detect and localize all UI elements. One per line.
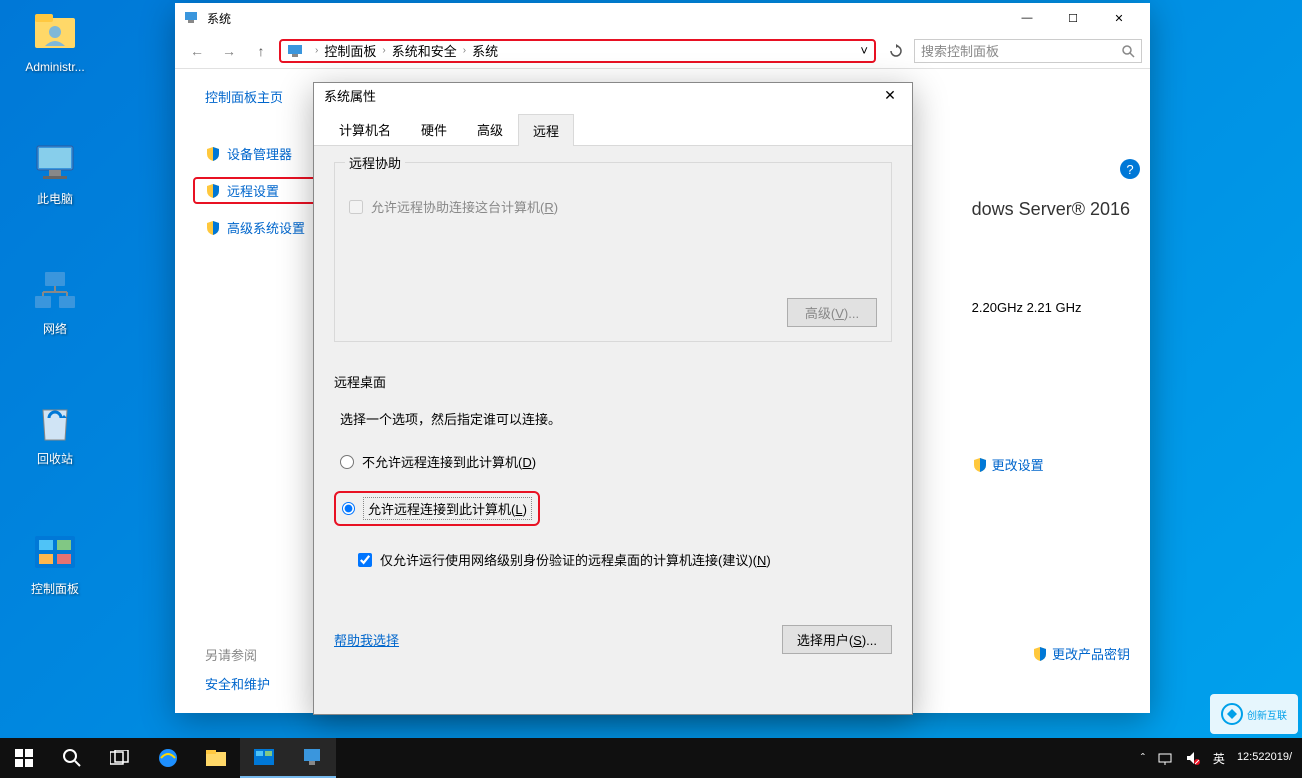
remote-assistance-group: 远程协助 允许远程协助连接这台计算机(R) 高级(V)... — [334, 162, 892, 342]
help-button[interactable]: ? — [1120, 159, 1140, 179]
minimize-button[interactable]: — — [1004, 3, 1050, 33]
taskbar-system[interactable] — [288, 738, 336, 778]
tray-clock[interactable]: 12:52 2019/ — [1231, 738, 1298, 778]
chevron-right-icon: › — [463, 45, 466, 56]
network-icon — [31, 268, 79, 316]
system-tray: ˆ 英 12:52 2019/ — [1135, 738, 1302, 778]
shield-icon — [1032, 646, 1048, 662]
sidebar-item-remote-settings[interactable]: 远程设置 — [193, 177, 319, 204]
desktop-icon-user[interactable]: Administr... — [10, 8, 100, 74]
control-panel-icon — [31, 528, 79, 576]
allow-remote-assist-checkbox[interactable] — [349, 200, 363, 214]
change-settings-link[interactable]: 更改设置 — [972, 455, 1130, 474]
cpu-text: 2.20GHz 2.21 GHz — [972, 300, 1130, 315]
allow-remote-assist-label: 允许远程协助连接这台计算机(R) — [371, 197, 558, 216]
back-button[interactable]: ← — [183, 37, 211, 65]
taskbar-explorer[interactable] — [192, 738, 240, 778]
tab-computer-name[interactable]: 计算机名 — [324, 113, 406, 145]
taskbar-control-panel[interactable] — [240, 738, 288, 778]
select-users-button[interactable]: 选择用户(S)... — [782, 625, 892, 654]
watermark: 创新互联 — [1210, 694, 1298, 734]
sidebar-item-advanced-settings[interactable]: 高级系统设置 — [205, 218, 315, 237]
desktop-icon-network[interactable]: 网络 — [10, 268, 100, 337]
search-icon — [1121, 44, 1135, 58]
close-button[interactable]: ✕ — [1096, 3, 1142, 33]
sidebar: 控制面板主页 设备管理器 远程设置 高级系统设置 — [175, 69, 315, 713]
desktop-icon-pc[interactable]: 此电脑 — [10, 138, 100, 207]
instruction-text: 选择一个选项，然后指定谁可以连接。 — [340, 409, 892, 428]
task-view-button[interactable] — [96, 738, 144, 778]
see-also: 另请参阅 安全和维护 — [205, 645, 270, 693]
recycle-icon — [31, 398, 79, 446]
group-legend: 远程桌面 — [334, 372, 892, 391]
desktop-icon-recycle[interactable]: 回收站 — [10, 398, 100, 467]
tray-ime[interactable]: 英 — [1207, 738, 1231, 778]
dialog-titlebar[interactable]: 系统属性 ✕ — [314, 83, 912, 107]
folder-user-icon — [31, 8, 79, 56]
breadcrumb[interactable]: › 控制面板 › 系统和安全 › 系统 ˅ — [279, 39, 876, 63]
chevron-right-icon: › — [315, 45, 318, 56]
system-properties-dialog: 系统属性 ✕ 计算机名 硬件 高级 远程 远程协助 允许远程协助连接这台计算机(… — [313, 82, 913, 715]
radio-deny-remote[interactable] — [340, 455, 354, 469]
up-button[interactable]: ↑ — [247, 37, 275, 65]
breadcrumb-item[interactable]: 系统和安全 — [392, 41, 457, 60]
change-product-key-link[interactable]: 更改产品密钥 — [1032, 644, 1130, 663]
os-version-text: dows Server® 2016 — [972, 199, 1130, 220]
tray-network-icon[interactable] — [1151, 738, 1179, 778]
window-title: 系统 — [207, 10, 231, 27]
tab-advanced[interactable]: 高级 — [462, 113, 518, 145]
refresh-button[interactable] — [882, 37, 910, 65]
help-me-choose-link[interactable]: 帮助我选择 — [334, 630, 399, 649]
content-right: dows Server® 2016 2.20GHz 2.21 GHz 更改设置 … — [972, 199, 1130, 644]
breadcrumb-item[interactable]: 系统 — [472, 41, 498, 60]
sidebar-main-link[interactable]: 控制面板主页 — [205, 87, 315, 106]
nla-checkbox[interactable] — [358, 553, 372, 567]
system-icon — [183, 10, 199, 26]
pc-icon — [31, 138, 79, 186]
see-also-link[interactable]: 安全和维护 — [205, 674, 270, 693]
taskbar: ˆ 英 12:52 2019/ — [0, 738, 1302, 778]
pc-small-icon — [287, 43, 303, 59]
toolbar: ← → ↑ › 控制面板 › 系统和安全 › 系统 ˅ 搜索控制面板 — [175, 33, 1150, 69]
breadcrumb-item[interactable]: 控制面板 — [324, 41, 376, 60]
forward-button[interactable]: → — [215, 37, 243, 65]
breadcrumb-dropdown[interactable]: ˅ — [860, 43, 868, 58]
dialog-close-button[interactable]: ✕ — [878, 83, 902, 107]
radio-allow-remote[interactable] — [342, 502, 355, 515]
shield-icon — [972, 457, 988, 473]
search-button[interactable] — [48, 738, 96, 778]
dialog-title: 系统属性 — [324, 86, 376, 105]
titlebar[interactable]: 系统 — ☐ ✕ — [175, 3, 1150, 33]
radio-allow-label: 允许远程连接到此计算机(L) — [363, 497, 532, 520]
shield-icon — [205, 220, 221, 236]
remote-desktop-group: 远程桌面 选择一个选项，然后指定谁可以连接。 不允许远程连接到此计算机(D) 允… — [334, 372, 892, 672]
search-input[interactable]: 搜索控制面板 — [914, 39, 1142, 63]
taskbar-ie[interactable] — [144, 738, 192, 778]
radio-deny-label: 不允许远程连接到此计算机(D) — [362, 452, 536, 471]
tab-remote[interactable]: 远程 — [518, 114, 574, 146]
sidebar-item-device-manager[interactable]: 设备管理器 — [205, 144, 315, 163]
nla-label: 仅允许运行使用网络级别身份验证的远程桌面的计算机连接(建议)(N) — [380, 550, 771, 569]
tray-chevron[interactable]: ˆ — [1135, 738, 1151, 778]
tray-volume-icon[interactable] — [1179, 738, 1207, 778]
chevron-right-icon: › — [382, 45, 385, 56]
start-button[interactable] — [0, 738, 48, 778]
tab-hardware[interactable]: 硬件 — [406, 113, 462, 145]
shield-icon — [205, 146, 221, 162]
tabs: 计算机名 硬件 高级 远程 — [314, 107, 912, 146]
advanced-button[interactable]: 高级(V)... — [787, 298, 877, 327]
highlighted-option: 允许远程连接到此计算机(L) — [334, 491, 540, 526]
see-also-heading: 另请参阅 — [205, 645, 270, 664]
shield-icon — [205, 183, 221, 199]
desktop-icon-control-panel[interactable]: 控制面板 — [10, 528, 100, 597]
group-legend: 远程协助 — [345, 153, 405, 172]
maximize-button[interactable]: ☐ — [1050, 3, 1096, 33]
